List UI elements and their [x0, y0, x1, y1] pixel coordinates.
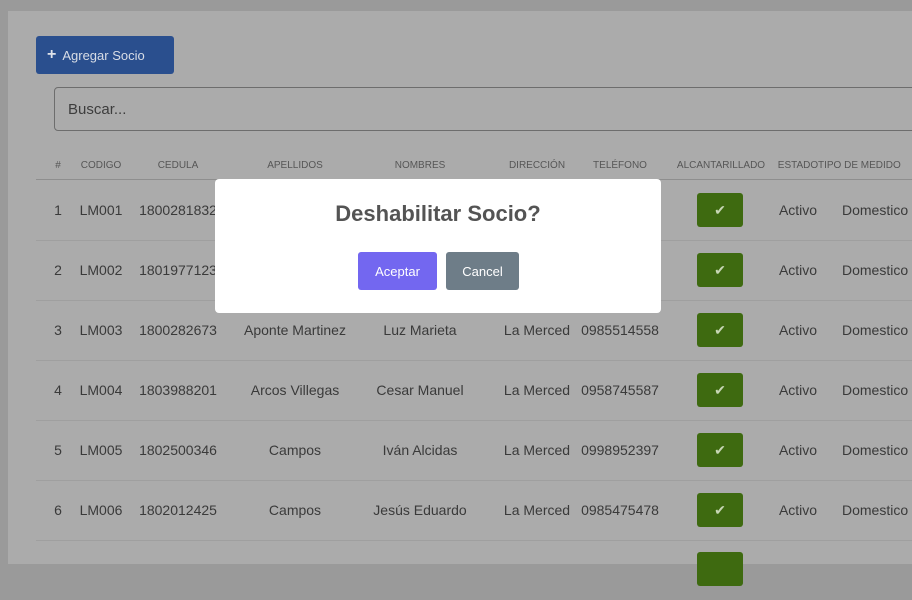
- row-cedula: 1802012425: [139, 502, 217, 518]
- row-estado: Activo: [778, 502, 818, 518]
- row-direccion: La Merced: [503, 322, 571, 338]
- header-estado: ESTADO: [777, 160, 819, 171]
- row-telefono: 0998952397: [581, 442, 659, 458]
- row-number: 6: [54, 502, 62, 518]
- search-input[interactable]: Buscar...: [54, 87, 912, 131]
- header-cedula: CEDULA: [157, 160, 199, 171]
- add-socio-label: Agregar Socio: [62, 47, 145, 63]
- left-backdrop: [0, 0, 8, 564]
- check-icon: ✔: [714, 261, 726, 278]
- row-number: 4: [54, 382, 62, 398]
- row-nombres: Luz Marieta: [383, 322, 457, 338]
- cancel-button[interactable]: Cancel: [446, 252, 519, 290]
- header-alcantarillado: ALCANTARILLADO: [676, 160, 766, 171]
- alcantarillado-toggle[interactable]: ✔: [697, 373, 743, 407]
- alcantarillado-toggle[interactable]: ✔: [697, 193, 743, 227]
- row-nombres: Cesar Manuel: [376, 382, 464, 398]
- row-number: 2: [54, 262, 62, 278]
- alcantarillado-toggle[interactable]: ✔: [697, 313, 743, 347]
- alcantarillado-toggle[interactable]: [697, 552, 743, 586]
- header-tipo-medidor: TIPO DE MEDIDO: [818, 160, 901, 171]
- row-codigo: LM004: [79, 382, 123, 398]
- check-icon: ✔: [714, 441, 726, 458]
- row-tipo-medidor: Domestico: [842, 382, 909, 398]
- row-estado: Activo: [778, 322, 818, 338]
- table-row: [36, 540, 912, 600]
- row-apellidos: Campos: [268, 442, 322, 458]
- search-placeholder: Buscar...: [68, 100, 127, 118]
- check-icon: ✔: [714, 501, 726, 518]
- row-codigo: LM002: [79, 262, 123, 278]
- page: + Agregar Socio Buscar... # CODIGO CEDUL…: [0, 0, 912, 586]
- table-row: 4 LM004 1803988201 Arcos Villegas Cesar …: [36, 360, 912, 421]
- row-direccion: La Merced: [503, 442, 571, 458]
- alcantarillado-toggle[interactable]: ✔: [697, 493, 743, 527]
- confirm-dialog: Deshabilitar Socio? Aceptar Cancel: [215, 179, 661, 313]
- header-nombres: NOMBRES: [394, 160, 446, 171]
- table-row: 6 LM006 1802012425 Campos Jesús Eduardo …: [36, 480, 912, 541]
- row-nombres: Iván Alcidas: [382, 442, 458, 458]
- row-estado: Activo: [778, 382, 818, 398]
- top-backdrop: [0, 0, 912, 11]
- check-icon: ✔: [714, 321, 726, 338]
- row-nombres: Jesús Eduardo: [373, 502, 467, 518]
- plus-icon: +: [47, 46, 57, 63]
- row-tipo-medidor: Domestico: [842, 442, 909, 458]
- row-direccion: La Merced: [503, 382, 571, 398]
- row-number: 5: [54, 442, 62, 458]
- header-codigo: CODIGO: [80, 160, 122, 171]
- row-telefono: 0958745587: [581, 382, 659, 398]
- row-cedula: 1802500346: [139, 442, 217, 458]
- row-number: 3: [54, 322, 62, 338]
- check-icon: ✔: [714, 201, 726, 218]
- row-apellidos: Campos: [268, 502, 322, 518]
- row-apellidos: Aponte Martinez: [244, 322, 346, 338]
- alcantarillado-toggle[interactable]: ✔: [697, 253, 743, 287]
- table-row: 5 LM005 1802500346 Campos Iván Alcidas L…: [36, 420, 912, 481]
- header-apellidos: APELLIDOS: [267, 160, 323, 171]
- row-direccion: La Merced: [503, 502, 571, 518]
- header-number: #: [55, 160, 61, 171]
- add-socio-button[interactable]: + Agregar Socio: [36, 36, 174, 74]
- row-codigo: LM003: [79, 322, 123, 338]
- header-direccion: DIRECCIÓN: [508, 160, 566, 171]
- row-estado: Activo: [778, 262, 818, 278]
- dialog-title: Deshabilitar Socio?: [335, 201, 541, 226]
- row-number: 1: [54, 202, 62, 218]
- check-icon: ✔: [714, 381, 726, 398]
- row-codigo: LM001: [79, 202, 123, 218]
- row-apellidos: Arcos Villegas: [250, 382, 340, 398]
- header-telefono: TELÉFONO: [593, 160, 647, 171]
- row-codigo: LM006: [79, 502, 123, 518]
- row-cedula: 1800281832: [139, 202, 217, 218]
- row-estado: Activo: [778, 202, 818, 218]
- row-telefono: 0985475478: [581, 502, 659, 518]
- row-cedula: 1803988201: [139, 382, 217, 398]
- row-tipo-medidor: Domestico: [842, 502, 909, 518]
- row-cedula: 1800282673: [139, 322, 217, 338]
- row-cedula: 1801977123: [139, 262, 217, 278]
- row-tipo-medidor: Domestico: [842, 202, 909, 218]
- row-telefono: 0985514558: [581, 322, 659, 338]
- row-estado: Activo: [778, 442, 818, 458]
- row-tipo-medidor: Domestico: [842, 322, 909, 338]
- row-codigo: LM005: [79, 442, 123, 458]
- row-tipo-medidor: Domestico: [842, 262, 909, 278]
- alcantarillado-toggle[interactable]: ✔: [697, 433, 743, 467]
- accept-button[interactable]: Aceptar: [358, 252, 437, 290]
